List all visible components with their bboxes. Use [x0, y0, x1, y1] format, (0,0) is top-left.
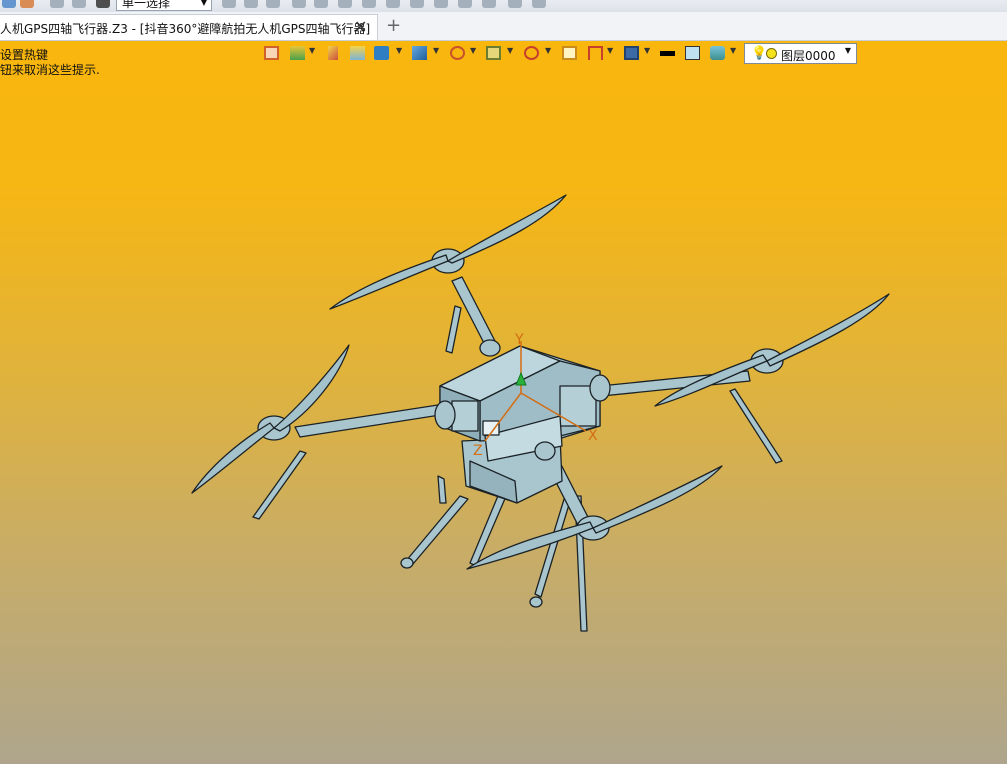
app-icon[interactable]	[2, 0, 16, 8]
open-icon[interactable]	[20, 0, 34, 8]
chevron-down-icon: ▼	[200, 0, 207, 7]
pick-icon[interactable]	[222, 0, 236, 8]
3d-viewport[interactable]: 设置热键 钮来取消这些提示. ▼ ▼ ▼ ▼ ▼ ▼ ▼ ▼ ▼ 💡 图层000…	[0, 41, 1007, 764]
filter-icon[interactable]	[244, 0, 258, 8]
axis-x-label: X	[588, 428, 598, 444]
selection-mode-dropdown[interactable]: 单一选择 ▼	[116, 0, 212, 11]
drone-body	[434, 339, 611, 504]
close-icon[interactable]: ✕	[354, 17, 367, 36]
arc-icon[interactable]	[458, 0, 472, 8]
circle-icon[interactable]	[386, 0, 400, 8]
shape-icon[interactable]	[532, 0, 546, 8]
line-icon[interactable]	[314, 0, 328, 8]
drone-model[interactable]: Y X Z	[0, 41, 1007, 764]
cloud-icon[interactable]	[508, 0, 522, 8]
history-icon[interactable]	[50, 0, 64, 8]
arrow-icon[interactable]	[338, 0, 352, 8]
selection-mode-value: 单一选择	[122, 0, 171, 10]
axis-z-label: Z	[473, 443, 483, 459]
point-icon[interactable]	[292, 0, 306, 8]
tab-document-label: 人机GPS四轴飞行器.Z3 - [抖音360°避障航拍无人机GPS四轴飞行器]	[0, 22, 371, 36]
play-icon[interactable]	[266, 0, 280, 8]
new-tab-button[interactable]: +	[386, 17, 401, 35]
circle-target-icon[interactable]	[362, 0, 376, 8]
axis-y-label: Y	[514, 332, 524, 348]
spline-icon[interactable]	[410, 0, 424, 8]
square-icon[interactable]	[96, 0, 110, 8]
slash-icon[interactable]	[482, 0, 496, 8]
curve-icon[interactable]	[434, 0, 448, 8]
document-tab-bar: 人机GPS四轴飞行器.Z3 - [抖音360°避障航拍无人机GPS四轴飞行器] …	[0, 12, 1007, 41]
tab-document[interactable]: 人机GPS四轴飞行器.Z3 - [抖音360°避障航拍无人机GPS四轴飞行器] …	[0, 14, 378, 40]
pin-icon[interactable]	[72, 0, 86, 8]
